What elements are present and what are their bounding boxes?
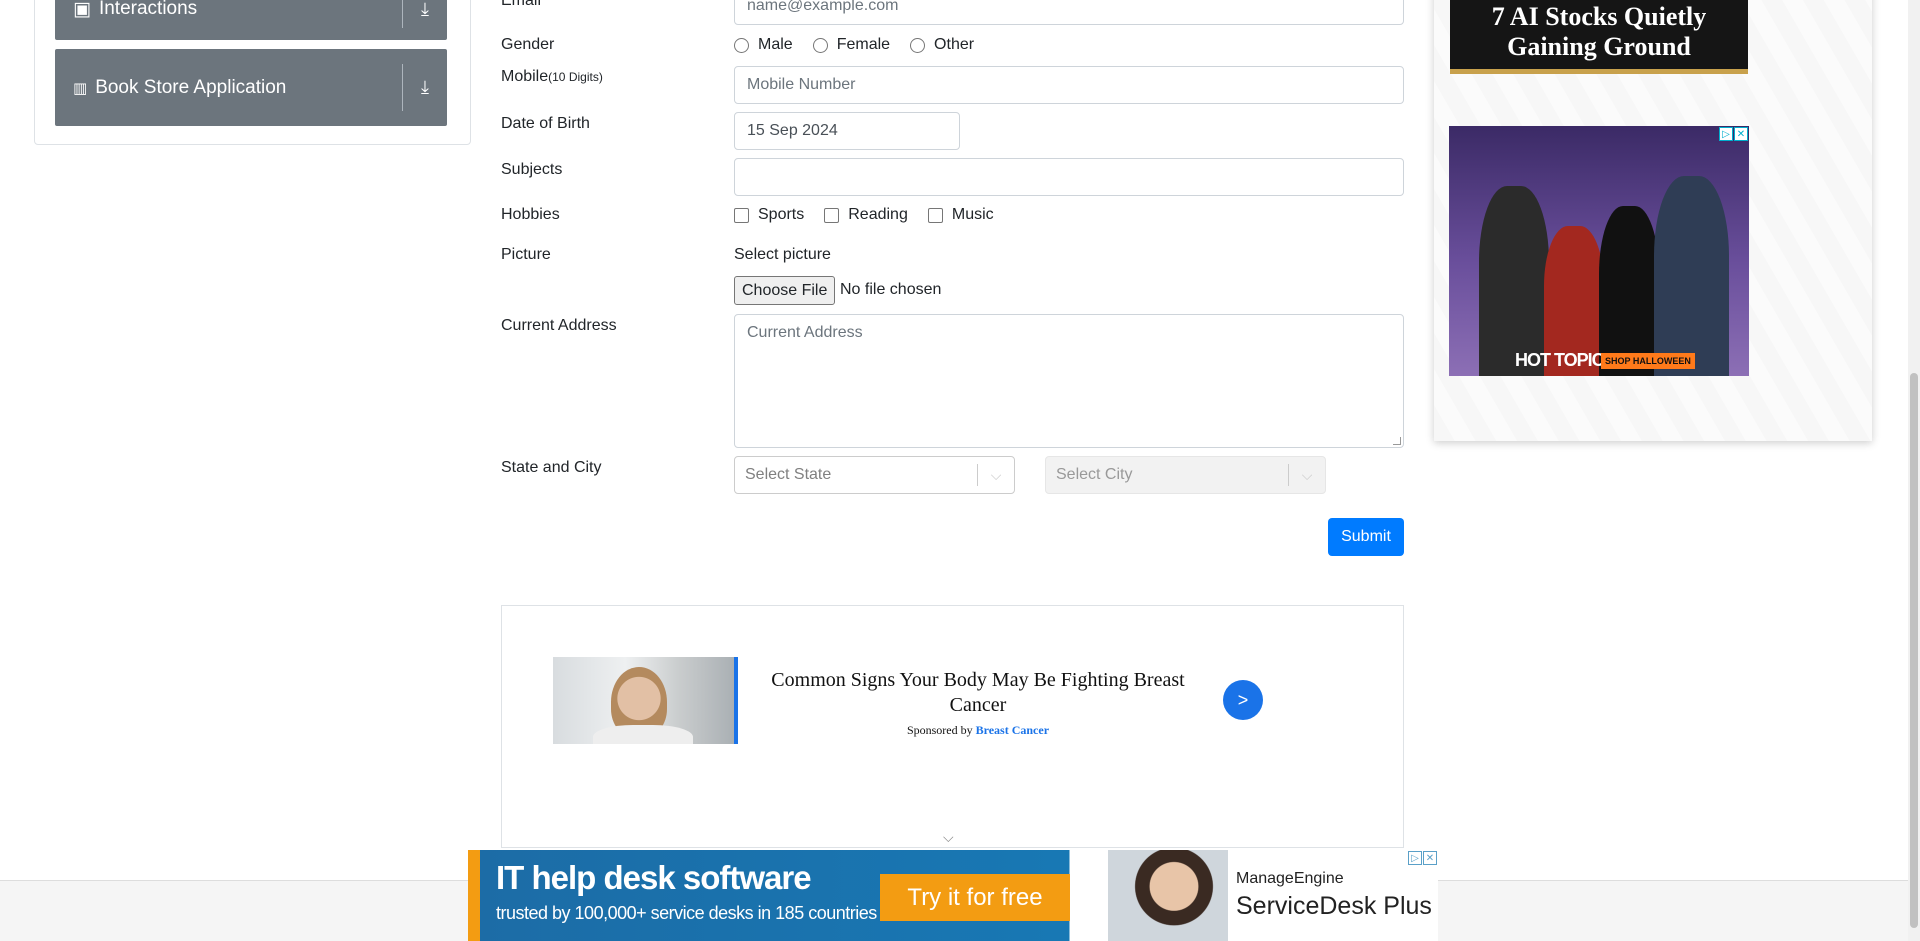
email-field[interactable]: name@example.com: [734, 0, 1404, 25]
ad-halloween[interactable]: HOT TOPIC SHOP HALLOWEEN ▷ ✕: [1449, 126, 1749, 376]
ad-figure: [1654, 176, 1729, 376]
chevron-down-icon[interactable]: ⌵: [1289, 467, 1325, 484]
ad-image[interactable]: [553, 657, 738, 744]
current-address-label: Current Address: [501, 317, 617, 334]
sidebar-group-label-wrap: ▥ Book Store Application: [55, 77, 402, 99]
select-placeholder: Select City: [1056, 466, 1133, 483]
adchoices-icon[interactable]: ▷: [1408, 851, 1422, 865]
sidebar-group-label: Interactions: [98, 0, 198, 19]
banner-cta-button[interactable]: Try it for free: [880, 874, 1070, 921]
current-address-textarea[interactable]: Current Address: [734, 314, 1404, 448]
radio-button[interactable]: [812, 37, 828, 53]
mobile-label-text: Mobile: [501, 68, 549, 85]
adchoices: ▷ ✕: [1408, 851, 1437, 865]
gender-option-other[interactable]: Other: [910, 36, 974, 54]
download-icon[interactable]: ⤓: [403, 0, 447, 20]
option-label: Sports: [758, 206, 805, 223]
picture-label: Picture: [501, 246, 551, 263]
select-picture-label: Select picture: [734, 246, 831, 263]
checkbox[interactable]: [927, 207, 943, 223]
ad-stocks[interactable]: 7 AI Stocks Quietly Gaining Ground: [1450, 0, 1748, 74]
option-label: Male: [758, 36, 793, 53]
gender-options: Male Female Other: [734, 36, 994, 54]
ad-figure: [1599, 206, 1659, 376]
submit-button[interactable]: Submit: [1328, 518, 1404, 556]
adchoices-icon[interactable]: ▷: [1719, 127, 1733, 141]
download-icon[interactable]: ⤓: [403, 77, 447, 98]
option-label: Music: [951, 206, 994, 223]
textarea-placeholder: Current Address: [747, 324, 863, 341]
banner-person-image: [1108, 850, 1228, 941]
file-status: No file chosen: [840, 281, 942, 298]
option-label: Reading: [848, 206, 908, 223]
ad-cta[interactable]: SHOP HALLOWEEN: [1601, 353, 1695, 369]
dob-label: Date of Birth: [501, 115, 590, 132]
mobile-field[interactable]: Mobile Number: [734, 66, 1404, 104]
scrollbar[interactable]: [1908, 0, 1920, 941]
resize-handle[interactable]: [1393, 437, 1401, 445]
banner-brand: ManageEngine: [1236, 870, 1344, 887]
sidebar-group-book-store[interactable]: ▥ Book Store Application ⤓: [55, 49, 447, 126]
ad-sponsor-line: Sponsored by Breast Cancer: [760, 723, 1196, 738]
gender-option-male[interactable]: Male: [734, 36, 793, 54]
sidebar-group-interactions[interactable]: ▣ Interactions ⤓: [55, 0, 447, 40]
ad-arrow-button[interactable]: >: [1223, 680, 1263, 720]
email-label: Email: [501, 0, 542, 9]
option-label: Other: [934, 36, 975, 53]
radio-button[interactable]: [910, 37, 926, 53]
page: ▣ Interactions ⤓ ▥ Book Store Applicatio…: [0, 0, 1920, 941]
sidebar-group-label-wrap: ▣ Interactions: [55, 0, 402, 21]
hobbies-label: Hobbies: [501, 206, 560, 223]
option-label: Female: [836, 36, 891, 53]
banner-subline: trusted by 100,000+ service desks in 185…: [496, 903, 877, 923]
state-city-label: State and City: [501, 459, 602, 476]
scrollbar-thumb[interactable]: [1910, 373, 1918, 928]
bottom-banner-ad[interactable]: IT help desk software trusted by 100,000…: [468, 850, 1438, 941]
ad-headline: 7 AI Stocks Quietly Gaining Ground: [1491, 2, 1707, 61]
mobile-label: Mobile(10 Digits): [501, 68, 603, 86]
ad-image-body: [593, 725, 693, 744]
hobby-reading[interactable]: Reading: [824, 206, 908, 224]
chevron-down-icon[interactable]: ⌵: [943, 829, 954, 846]
hobby-music[interactable]: Music: [927, 206, 994, 224]
ad-title[interactable]: Common Signs Your Body May Be Fighting B…: [760, 668, 1196, 718]
close-icon[interactable]: ✕: [1734, 127, 1748, 141]
mobile-hint: (10 Digits): [548, 70, 603, 84]
sponsor-link[interactable]: Breast Cancer: [976, 723, 1049, 737]
hobby-sports[interactable]: Sports: [734, 206, 804, 224]
checkbox[interactable]: [734, 207, 749, 223]
sponsored-by-label: Sponsored by: [906, 723, 973, 737]
choose-file-button[interactable]: Choose File: [734, 276, 836, 305]
subjects-label: Subjects: [501, 161, 563, 178]
ad-brand: HOT TOPIC: [1515, 350, 1605, 370]
close-icon[interactable]: ✕: [1423, 851, 1437, 865]
banner-accent: [468, 850, 480, 941]
book-icon: ▥: [73, 79, 88, 97]
adchoices: ▷ ✕: [1719, 127, 1748, 141]
interactions-icon: ▣: [73, 0, 91, 20]
date-of-birth-input[interactable]: 15 Sep 2024: [734, 112, 960, 150]
sidebar-group-label: Book Store Application: [95, 76, 287, 98]
state-select[interactable]: Select State ⌵: [734, 456, 1015, 494]
city-select[interactable]: Select City ⌵: [1045, 456, 1326, 494]
hobbies-options: Sports Reading Music: [734, 206, 1014, 224]
banner-product: ServiceDesk Plus: [1236, 892, 1432, 920]
banner-headline: IT help desk software: [496, 859, 812, 896]
chevron-down-icon[interactable]: ⌵: [978, 467, 1014, 484]
subjects-input[interactable]: [734, 158, 1404, 196]
gender-label: Gender: [501, 36, 555, 53]
gender-option-female[interactable]: Female: [812, 36, 891, 54]
ad-figure: [1479, 186, 1549, 376]
radio-button[interactable]: [734, 37, 749, 53]
checkbox[interactable]: [824, 207, 840, 223]
select-placeholder: Select State: [745, 466, 832, 483]
